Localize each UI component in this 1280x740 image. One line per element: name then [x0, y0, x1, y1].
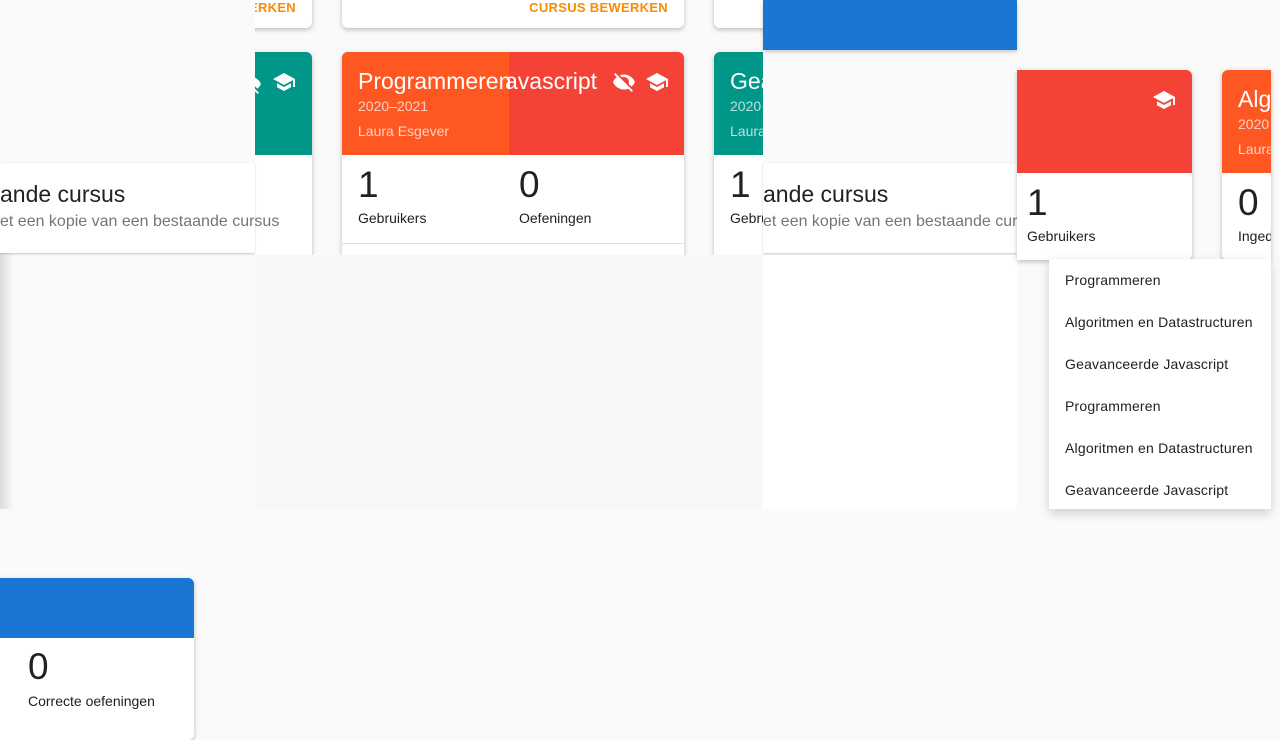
overlay-shadow — [0, 253, 14, 509]
course-card-red[interactable]: 1 Gebruikers — [1017, 70, 1192, 260]
menu-item-course[interactable]: Geavanceerde Javascript — [1049, 469, 1271, 511]
dialog-toolbar — [763, 0, 1017, 50]
copy-course-title: ande cursus — [763, 181, 889, 207]
copy-course-description: et een kopie van een bestaande cursus — [763, 213, 1043, 230]
course-card-top-middle: CURSUS BEWERKEN — [342, 0, 684, 28]
edit-course-link[interactable]: CURSUS BEWERKEN — [529, 0, 668, 15]
course-year: 2020 — [730, 98, 762, 114]
divider — [342, 243, 684, 244]
card-header — [0, 578, 194, 638]
menu-item-course[interactable]: Algoritmen en Datastructuren — [1049, 301, 1271, 343]
copy-course-panel-right: ande cursus et een kopie van een bestaan… — [763, 0, 1280, 509]
stat-label: Inged — [1238, 228, 1271, 244]
menu-item-course[interactable]: Geavanceerde Javascript — [1049, 343, 1271, 385]
course-teacher: Laura Esgever — [358, 123, 450, 139]
graduation-cap-icon — [1152, 88, 1176, 112]
panel-white-area — [763, 255, 1017, 509]
graduation-cap-icon — [645, 70, 669, 94]
graduation-cap-icon — [272, 70, 296, 94]
copy-course-option[interactable]: ande cursus et een kopie van een bestaan… — [763, 163, 1042, 253]
stat-users-value: 1 — [358, 164, 379, 205]
course-card-bottom[interactable]: 0 Correcte oefeningen — [0, 578, 194, 740]
card-header: Alg 2020 Laura — [1222, 70, 1271, 173]
visibility-off-icon[interactable] — [612, 70, 636, 94]
stat-value: 0 — [1238, 182, 1259, 223]
course-title: Alg — [1238, 86, 1271, 112]
course-year: 2020–2021 — [358, 98, 429, 114]
stat-users-value: 1 — [730, 164, 751, 205]
course-teacher: Laura — [1238, 141, 1271, 157]
card-header — [1017, 70, 1192, 173]
menu-item-course[interactable]: Programmeren — [1049, 385, 1271, 427]
course-teacher: Laura — [730, 123, 766, 139]
edit-course-link[interactable]: ERKEN — [249, 0, 296, 15]
card-header: Programmeren avascript 2020–2021 Laura E… — [342, 52, 684, 155]
stat-correct-value: 0 — [28, 646, 49, 687]
stat-users-value: 1 — [1027, 182, 1048, 223]
course-card-programmeren[interactable]: Programmeren avascript 2020–2021 Laura E… — [342, 52, 684, 262]
copy-course-description: et een kopie van een bestaande cursus — [0, 213, 280, 230]
stat-exercises-value: 0 — [519, 164, 540, 205]
menu-item-course[interactable]: Algoritmen en Datastructuren — [1049, 427, 1271, 469]
copy-course-title: ande cursus — [0, 181, 126, 207]
course-card-algoritmen[interactable]: Alg 2020 Laura 0 Inged — [1222, 70, 1271, 260]
menu-item-course[interactable]: Programmeren — [1049, 259, 1271, 301]
stat-exercises-label: Oefeningen — [519, 210, 592, 226]
course-year: 2020 — [1238, 116, 1270, 132]
course-select-menu: Programmeren Algoritmen en Datastructure… — [1049, 259, 1271, 509]
overlay-background — [255, 255, 763, 509]
stat-users-label: Gebruikers — [358, 210, 427, 226]
copy-course-panel-left: ande cursus et een kopie van een bestaan… — [0, 0, 279, 509]
stat-users-label: Gebruikers — [1027, 228, 1096, 244]
course-title: Programmeren — [358, 68, 512, 94]
stat-correct-label: Correcte oefeningen — [28, 693, 155, 709]
course-title-overlap: avascript — [505, 68, 598, 94]
copy-course-option[interactable]: ande cursus et een kopie van een bestaan… — [0, 163, 279, 253]
